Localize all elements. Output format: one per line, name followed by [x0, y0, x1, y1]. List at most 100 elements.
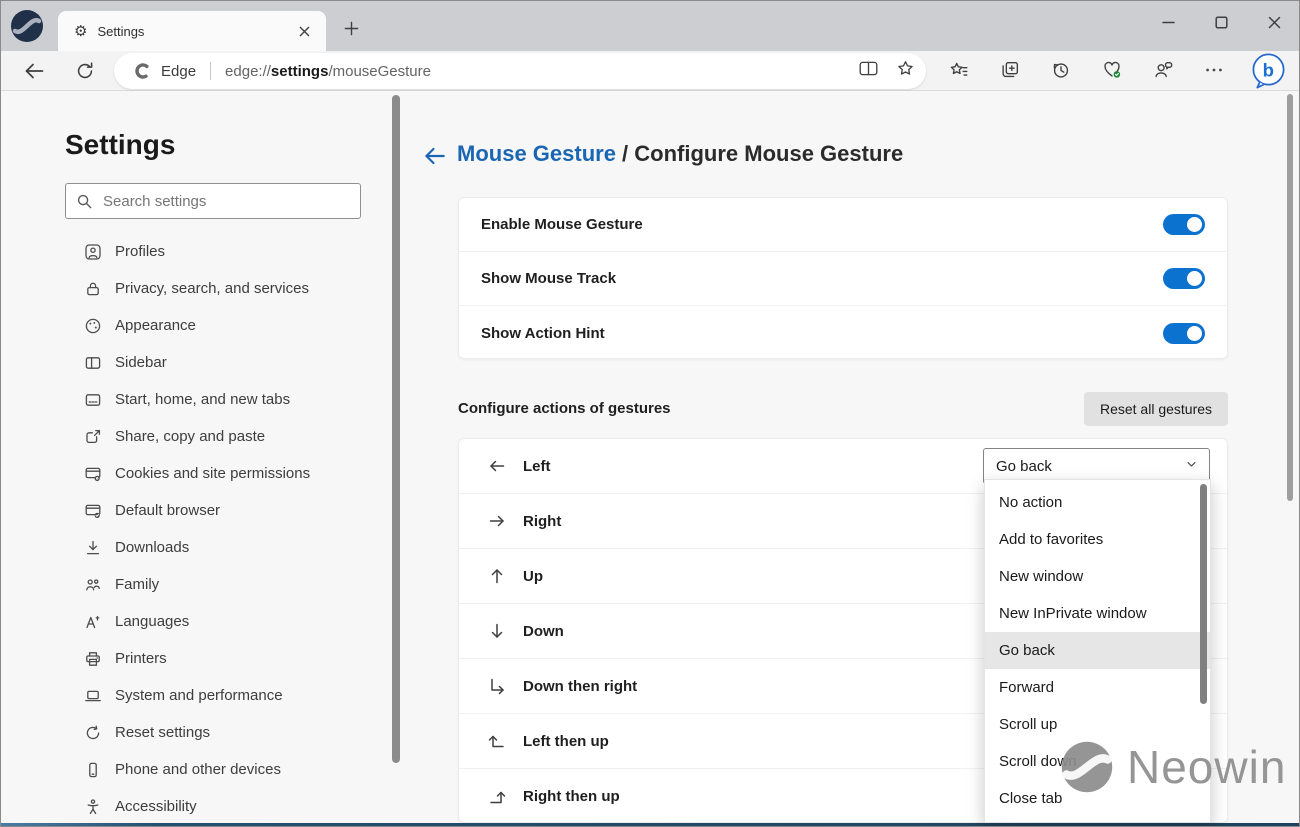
arrow-up-icon	[487, 566, 509, 586]
performance-icon	[83, 687, 103, 705]
page-title: Configure Mouse Gesture	[634, 141, 903, 166]
sidebar-item-share-copy-paste[interactable]: Share, copy and paste	[1, 418, 391, 455]
arrow-right-then-up-icon	[487, 787, 509, 807]
search-box[interactable]	[65, 183, 361, 219]
neowin-watermark: Neowin	[1059, 739, 1286, 795]
tab-close-icon[interactable]	[294, 21, 314, 41]
search-icon	[76, 193, 93, 210]
cookies-icon	[83, 465, 103, 483]
url-text: edge://settings/mouseGesture	[225, 63, 431, 80]
favorites-icon[interactable]	[947, 58, 971, 82]
sidebar-item-phone-devices[interactable]: Phone and other devices	[1, 751, 391, 788]
sidebar-item-downloads[interactable]: Downloads	[1, 529, 391, 566]
address-bar[interactable]: Edge edge://settings/mouseGesture	[114, 53, 926, 89]
arrow-left-icon	[487, 456, 509, 476]
arrow-down-then-right-icon	[487, 676, 509, 696]
sidebar-item-printers[interactable]: Printers	[1, 640, 391, 677]
phone-icon	[83, 761, 103, 779]
watermark-text: Neowin	[1127, 740, 1286, 794]
address-divider	[210, 62, 211, 80]
neowin-browser-logo-icon	[9, 8, 45, 44]
split-screen-icon[interactable]	[858, 58, 879, 84]
settings-sidebar: Settings Profiles Privacy, search, and s…	[1, 91, 391, 823]
sidebar-item-cookies-permissions[interactable]: Cookies and site permissions	[1, 455, 391, 492]
dropdown-option-new-window[interactable]: New window	[985, 558, 1210, 595]
breadcrumb: Mouse Gesture / Configure Mouse Gesture	[457, 141, 903, 167]
sidebar-scrollbar-thumb[interactable]	[392, 95, 400, 763]
reset-all-gestures-button[interactable]: Reset all gestures	[1084, 392, 1228, 426]
site-badge: Edge	[161, 63, 196, 80]
tab-settings[interactable]: ⚙ Settings	[58, 11, 326, 51]
sidebar-item-accessibility[interactable]: Accessibility	[1, 788, 391, 825]
new-tab-page-icon	[83, 391, 103, 409]
sidebar-item-default-browser[interactable]: Default browser	[1, 492, 391, 529]
profile-icon[interactable]	[1151, 58, 1175, 82]
dropdown-option-add-to-favorites[interactable]: Add to favorites	[985, 521, 1210, 558]
browser-essentials-icon[interactable]	[1100, 58, 1124, 82]
sidebar-title: Settings	[65, 129, 175, 161]
family-icon	[83, 576, 103, 594]
sidebar-item-system-performance[interactable]: System and performance	[1, 677, 391, 714]
more-options-icon[interactable]	[1202, 58, 1226, 82]
dropdown-option-scroll-up[interactable]: Scroll up	[985, 706, 1210, 743]
gesture-section-heading: Configure actions of gestures	[458, 400, 671, 417]
maximize-button[interactable]	[1198, 5, 1244, 39]
download-icon	[83, 539, 103, 557]
toggle-row-show-action-hint: Show Action Hint	[459, 306, 1227, 359]
sidebar-item-reset-settings[interactable]: Reset settings	[1, 714, 391, 751]
new-tab-button[interactable]	[339, 16, 363, 40]
dropdown-option-forward[interactable]: Forward	[985, 669, 1210, 706]
sidebar-list: Profiles Privacy, search, and services A…	[1, 233, 391, 825]
dropdown-option-new-inprivate-window[interactable]: New InPrivate window	[985, 595, 1210, 632]
breadcrumb-link-mouse-gesture[interactable]: Mouse Gesture	[457, 141, 616, 166]
sidebar-item-appearance[interactable]: Appearance	[1, 307, 391, 344]
add-favorite-star-icon[interactable]	[895, 58, 916, 84]
page-content: Settings Profiles Privacy, search, and s…	[1, 91, 1300, 823]
share-icon	[83, 428, 103, 446]
arrow-down-icon	[487, 621, 509, 641]
svg-text:b: b	[1263, 59, 1274, 80]
breadcrumb-separator: /	[616, 141, 634, 166]
sidebar-item-start-home-tabs[interactable]: Start, home, and new tabs	[1, 381, 391, 418]
sidebar-item-family[interactable]: Family	[1, 566, 391, 603]
lock-icon	[83, 280, 103, 298]
dropdown-option-no-action[interactable]: No action	[985, 484, 1210, 521]
palette-icon	[83, 317, 103, 335]
sidebar-item-profiles[interactable]: Profiles	[1, 233, 391, 270]
dropdown-option-go-back[interactable]: Go back	[985, 632, 1210, 669]
accessibility-icon	[83, 798, 103, 816]
history-icon[interactable]	[1049, 58, 1073, 82]
edge-badge-icon	[134, 62, 152, 80]
breadcrumb-back-icon[interactable]	[421, 143, 447, 169]
toggle-show-mouse-track[interactable]	[1163, 268, 1205, 289]
sidebar-item-languages[interactable]: Languages	[1, 603, 391, 640]
toggles-card: Enable Mouse Gesture Show Mouse Track Sh…	[458, 197, 1228, 359]
gear-icon: ⚙	[74, 24, 87, 39]
tab-title: Settings	[97, 24, 294, 39]
arrow-right-icon	[487, 511, 509, 531]
collections-icon[interactable]	[998, 58, 1022, 82]
sidebar-item-privacy[interactable]: Privacy, search, and services	[1, 270, 391, 307]
window-bottom-edge	[1, 823, 1300, 827]
toggle-show-action-hint[interactable]	[1163, 323, 1205, 344]
close-button[interactable]	[1251, 5, 1297, 39]
tab-strip: ⚙ Settings	[1, 1, 1300, 51]
page-scrollbar-thumb[interactable]	[1287, 94, 1293, 501]
copilot-bing-icon[interactable]: b	[1249, 51, 1288, 90]
minimize-button[interactable]	[1145, 5, 1191, 39]
search-input[interactable]	[103, 193, 350, 210]
printer-icon	[83, 650, 103, 668]
default-browser-icon	[83, 502, 103, 520]
languages-icon	[83, 613, 103, 631]
arrow-left-then-up-icon	[487, 731, 509, 751]
back-icon[interactable]	[20, 57, 48, 85]
sidebar-item-sidebar[interactable]: Sidebar	[1, 344, 391, 381]
browser-window: ⚙ Settings Edge edge://settings/	[0, 0, 1300, 827]
toggle-row-show-mouse-track: Show Mouse Track	[459, 252, 1227, 306]
reset-icon	[83, 724, 103, 742]
refresh-icon[interactable]	[71, 57, 99, 85]
person-icon	[83, 243, 103, 261]
dropdown-scrollbar-thumb[interactable]	[1200, 484, 1207, 704]
toggle-enable-mouse-gesture[interactable]	[1163, 214, 1205, 235]
chevron-down-icon	[1184, 457, 1199, 476]
